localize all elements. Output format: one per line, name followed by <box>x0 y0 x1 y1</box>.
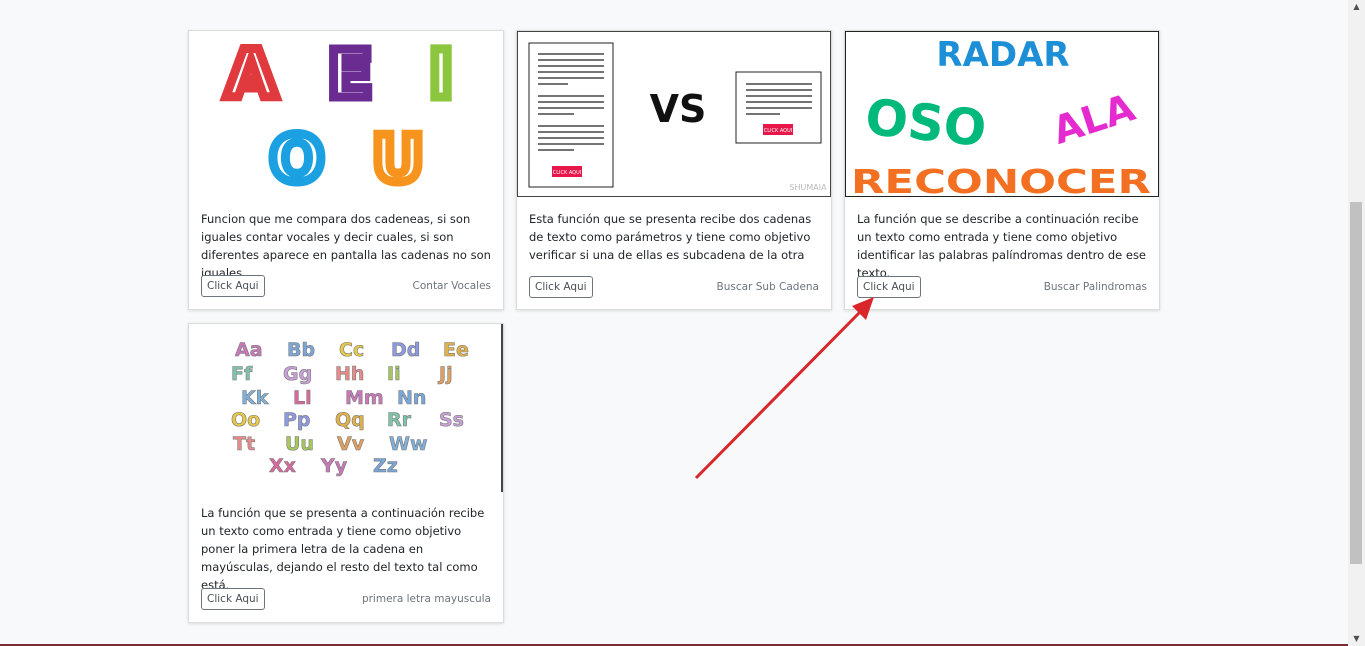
alphabet-pair-nn: Nn <box>397 387 426 409</box>
click-aqui-button[interactable]: Click Aqui <box>201 588 265 610</box>
card-image-documents-vs: ¡CLICK AQUI! VS ¡CLICK AQUI! SHUMAIA <box>517 31 831 197</box>
page-scrollbar[interactable]: ▲ ▼ <box>1348 0 1365 646</box>
alphabet-pair-kk: Kk <box>241 387 269 409</box>
card-description: Esta función que se presenta recibe dos … <box>529 212 812 262</box>
alphabet-pair-tt: Tt <box>233 433 255 455</box>
alphabet-pair-hh: Hh <box>335 363 364 385</box>
card-footer-label: primera letra mayuscula <box>361 593 491 605</box>
card-footer-label: Contar Vocales <box>412 280 491 292</box>
card-contar-vocales: A E I O U Funcion que me compara dos cad… <box>188 30 504 310</box>
card-footer-label: Buscar Sub Cadena <box>716 281 820 293</box>
card-description: La función que se presenta a continuació… <box>201 506 485 592</box>
vowel-letter-o: O <box>270 123 324 197</box>
card-image-vowels: A E I O U <box>189 31 503 197</box>
scroll-down-icon[interactable]: ▼ <box>1348 632 1365 646</box>
card-image-palindromes: RADAR OSO ALA RECONOCER <box>845 31 1159 197</box>
alphabet-pair-bb: Bb <box>287 339 315 361</box>
vowel-letter-a: A <box>225 36 276 113</box>
alphabet-pair-uu: Uu <box>285 433 314 455</box>
vowel-letter-u: U <box>372 123 424 197</box>
alphabet-pair-yy: Yy <box>320 455 348 477</box>
card-buscar-sub-cadena: ¡CLICK AQUI! VS ¡CLICK AQUI! SHUMAIA Est… <box>516 30 832 310</box>
scroll-thumb[interactable] <box>1350 202 1362 564</box>
alphabet-pair-gg: Gg <box>283 363 312 385</box>
document-small-icon: ¡CLICK AQUI! <box>735 71 822 144</box>
card-image-alphabet: Aa Bb Cc Dd Ee Ff Gg Hh Ii Jj Kk Ll Mm Nn Oo Pp Qq Rr Ss Tt… <box>189 324 503 492</box>
vowel-letter-i: I <box>429 36 454 113</box>
card-footer-label: Buscar Palindromas <box>1043 281 1147 293</box>
card-description: La función que se describe a continuació… <box>857 212 1147 280</box>
word-reconocer: RECONOCER <box>851 162 1151 196</box>
alphabet-pair-ww: Ww <box>389 433 428 455</box>
click-aqui-button[interactable]: Click Aqui <box>201 275 265 297</box>
scroll-up-icon[interactable]: ▲ <box>1348 0 1365 14</box>
doc-button-text: ¡CLICK AQUI! <box>551 170 584 176</box>
doc-small-button-text: ¡CLICK AQUI! <box>762 128 795 134</box>
alphabet-pair-jj: Jj <box>437 363 453 385</box>
word-ala: ALA <box>1047 85 1140 153</box>
alphabet-pair-qq: Qq <box>335 409 365 431</box>
card-buscar-palindromas: RADAR OSO ALA RECONOCER La función que s… <box>844 30 1160 310</box>
alphabet-pair-ll: Ll <box>293 387 312 409</box>
alphabet-pair-ff: Ff <box>231 363 253 385</box>
alphabet-pair-pp: Pp <box>283 409 311 431</box>
alphabet-pair-cc: Cc <box>339 339 364 361</box>
alphabet-pair-ii: Ii <box>387 363 401 385</box>
alphabet-pair-zz: Zz <box>373 455 398 477</box>
alphabet-pair-vv: Vv <box>337 433 365 455</box>
click-aqui-button[interactable]: Click Aqui <box>529 276 593 298</box>
card-description: Funcion que me compara dos cadeneas, si … <box>201 212 491 280</box>
word-oso: OSO <box>863 88 989 158</box>
word-radar: RADAR <box>936 35 1069 75</box>
click-aqui-button[interactable]: Click Aqui <box>857 276 921 298</box>
watermark-text: SHUMAIA <box>789 183 827 192</box>
card-primera-letra-mayuscula: Aa Bb Cc Dd Ee Ff Gg Hh Ii Jj Kk Ll Mm Nn Oo Pp Qq Rr Ss Tt… <box>188 323 504 623</box>
alphabet-pair-xx: Xx <box>269 455 296 477</box>
alphabet-pair-ee: Ee <box>443 339 469 361</box>
alphabet-pair-rr: Rr <box>387 409 412 431</box>
alphabet-pair-aa: Aa <box>235 339 263 361</box>
alphabet-pair-mm: Mm <box>345 387 384 409</box>
vowel-letter-e: E <box>327 36 372 113</box>
alphabet-pair-ss: Ss <box>439 409 464 431</box>
vs-text: VS <box>650 87 707 131</box>
document-large-icon: ¡CLICK AQUI! <box>528 42 614 188</box>
alphabet-pair-oo: Oo <box>231 409 260 431</box>
alphabet-pair-dd: Dd <box>391 339 420 361</box>
